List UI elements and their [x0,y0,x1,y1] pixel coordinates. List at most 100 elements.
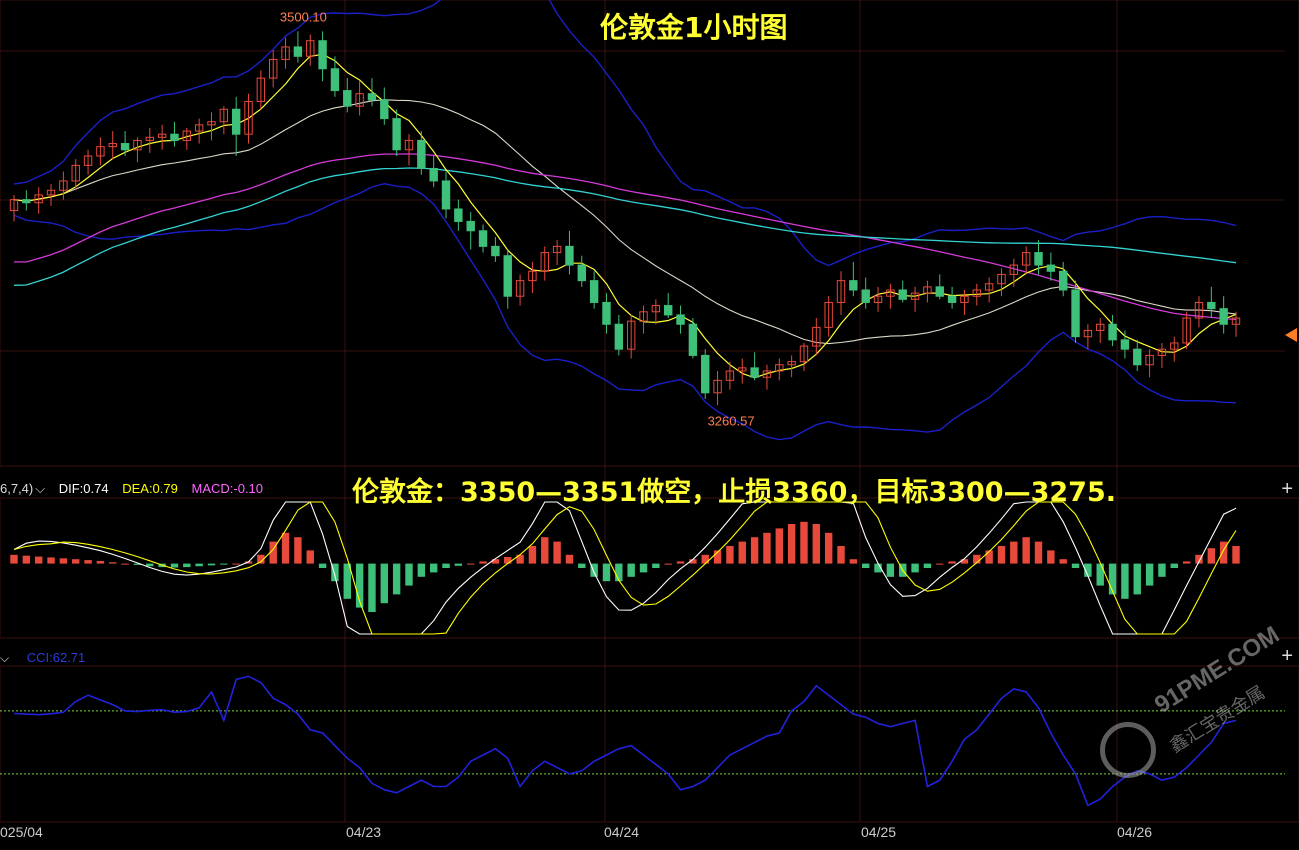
macd-bar [84,560,92,564]
dea-label: DEA:0.79 [122,481,178,496]
chart-title: 伦敦金1小时图 [600,11,788,44]
candle-body [602,301,611,325]
candle-body [392,118,401,151]
macd-bar [294,537,302,564]
macd-bar [405,563,413,586]
macd-bar [849,559,858,564]
macd-bar [392,563,401,595]
macd-bar [34,556,43,564]
candle-body [417,139,426,169]
chevron-down-icon[interactable]: ⌵ [35,481,45,496]
candle-body [380,99,389,120]
macd-bar [232,563,240,565]
macd-bar [1059,559,1067,564]
macd-bar [368,563,376,612]
plus-icon[interactable]: + [1281,479,1293,499]
high-price-label: 3500.10 [280,9,327,24]
macd-bar [1145,563,1154,586]
macd-bar [504,557,512,564]
candle-body [898,289,907,300]
macd-bar [837,546,845,564]
candle-body [701,354,710,394]
macd-bar [207,563,216,566]
candle-body [491,245,500,257]
macd-bar [652,563,660,568]
macd-bar [491,559,500,564]
candle-body [454,208,463,222]
macd-bar [1158,563,1166,577]
macd-bar [1047,550,1055,564]
x-tick-label: 04/25 [861,824,897,840]
macd-bar [541,537,549,564]
candle-body [1207,301,1216,310]
macd-bar [923,563,932,568]
macd-bar [578,563,586,568]
candle-body [849,280,858,291]
macd-bar [824,532,833,564]
macd-bar [787,524,796,564]
candle-body [861,289,870,303]
macd-bar [170,563,179,568]
macd-panel-frame [0,497,1299,639]
macd-bar [911,563,919,573]
candle-body [231,108,241,135]
candle-body [1219,308,1228,325]
macd-bar [442,563,450,568]
ma-slow-line [13,99,1237,345]
macd-bar [121,563,129,565]
macd-bar [676,561,685,564]
macd-bar [750,537,759,564]
macd-bar [195,563,203,567]
candle-body [367,93,377,101]
macd-bar [1232,546,1240,564]
macd-bar [146,563,154,567]
macd-bar [1010,541,1018,564]
macd-bar [1108,563,1117,595]
cci-panel-frame [0,665,1299,823]
boll-lower-line [13,182,1237,441]
chevron-down-icon[interactable]: ⌵ [0,651,9,665]
price-panel-frame [0,0,1299,467]
macd-bar [183,563,191,568]
candle-body [330,68,340,92]
macd-bar [627,563,635,577]
macd-bar [602,563,611,582]
macd-bar [997,546,1006,564]
candle-body [343,90,352,107]
low-price-label: 3260.57 [708,413,755,428]
macd-bar [812,524,821,564]
x-tick-label: 04/24 [604,824,640,840]
chart-canvas: 3500.10 3260.57 [0,0,1299,823]
candle-body [688,323,698,356]
candle-body [503,255,512,297]
dea-line [13,501,1237,635]
dif-line [13,501,1237,635]
candle-body [1046,264,1056,272]
macd-params: 6,7,4) ⌵ [0,481,46,496]
x-tick-label: 04/23 [346,824,382,840]
macd-bar [467,563,475,565]
macd-bar [318,563,327,568]
macd-bar [701,554,709,564]
candle-body [1034,252,1043,266]
candle-body [750,367,759,378]
candle-body [1108,323,1117,341]
macd-bar [553,541,561,564]
macd-header: 6,7,4) ⌵ DIF:0.74 DEA:0.79 MACD:-0.10 [0,481,273,497]
candle-body [170,133,179,141]
macd-bar [281,532,290,564]
macd-bar [1071,563,1080,568]
candle-body [429,167,438,182]
plus-icon[interactable]: + [1281,646,1293,666]
macd-bar [96,560,105,564]
cci-line [13,675,1237,807]
candle-body [1133,348,1142,366]
macd-bar [306,550,314,564]
macd-bar [1170,563,1178,568]
x-tick-label: 025/04 [0,824,43,840]
price-marker-icon [1285,328,1297,342]
macd-bar [861,563,870,568]
candle-body [663,305,673,316]
candle-body [293,46,303,57]
macd-label: MACD:-0.10 [191,481,264,496]
